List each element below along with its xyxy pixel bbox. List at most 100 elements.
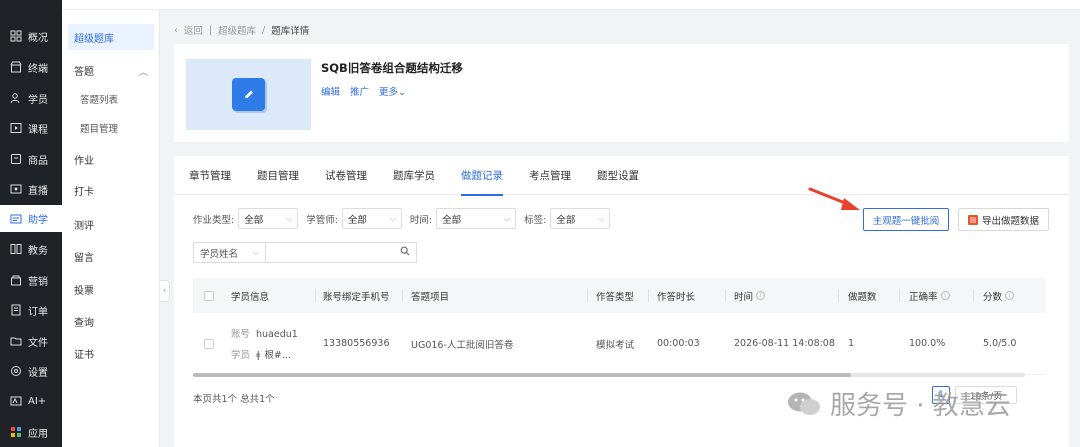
filter-label-time: 时间: [409, 214, 433, 226]
watermark: 服务号 · 教慧云 [786, 385, 1011, 422]
column-divider [402, 289, 403, 302]
rail-item-courses[interactable]: 课程 [0, 116, 62, 140]
settings-icon [10, 365, 22, 377]
rail-item-marketing[interactable]: 营销 [0, 268, 62, 292]
filter-bar: 作业类型: 全部 ⌵ 学管师: 全部 ⌵ 时间: 全部 ⌵ 标签: 全部 ⌵ [193, 208, 618, 229]
rail-item-settings[interactable]: 设置 [0, 359, 62, 383]
column-divider [838, 289, 839, 302]
users-icon [10, 92, 22, 104]
red-annotation-arrow-icon [808, 187, 860, 210]
question-bank-cover [186, 59, 311, 130]
submenu-answer-list[interactable]: 答题列表 [62, 86, 160, 112]
rail-item-study-active[interactable]: 助学 [0, 205, 62, 232]
rail-item-ai[interactable]: AI+ [0, 389, 62, 413]
avatar-icon: ǂ [256, 350, 261, 361]
batch-grade-button[interactable]: 主观题一键批阅 [863, 208, 949, 231]
rail-item-files[interactable]: 文件 [0, 329, 62, 353]
submenu-homework[interactable]: 作业 [62, 146, 160, 172]
breadcrumb-parent[interactable]: 超级题库 [218, 23, 256, 37]
tab-chapter[interactable]: 章节管理 [189, 156, 231, 195]
rail-item-terminal[interactable]: 终端 [0, 55, 62, 79]
info-icon[interactable]: i [756, 291, 766, 300]
back-chevron-icon[interactable]: ‹ [174, 25, 178, 36]
account-line: 账号 huaedu1 [231, 326, 298, 340]
header-accuracy: 正确率 i [909, 278, 950, 313]
watermark-text: 服务号 · 教慧云 [830, 391, 1011, 421]
study-icon [10, 213, 22, 225]
submenu-certificate[interactable]: 证书 [62, 340, 160, 366]
header-time-label: 时间 [734, 291, 754, 303]
rail-label: 终端 [28, 63, 48, 75]
search-field-select[interactable]: 学员姓名 ⌵ [193, 242, 265, 263]
submenu-assessment[interactable]: 测评 [62, 211, 160, 237]
chevron-down-icon: ⌵ [504, 213, 511, 223]
chevron-down-icon: ⌵ [286, 213, 293, 223]
tab-records[interactable]: 做题记录 [461, 156, 503, 196]
tab-question-types[interactable]: 题型设置 [597, 156, 639, 195]
scrollbar-thumb[interactable] [193, 373, 851, 377]
student-line: 学员 ǂ 根#... [231, 347, 291, 361]
edit-link[interactable]: 编辑 [321, 84, 340, 98]
submenu-answer-group[interactable]: 答题 ︿ [62, 57, 160, 83]
tab-exam-points[interactable]: 考点管理 [529, 156, 571, 195]
student-info-cell: 账号 huaedu1 学员 ǂ 根#... [231, 313, 298, 374]
filter-time-select[interactable]: 全部 ⌵ [436, 208, 517, 229]
submenu-question-management[interactable]: 题目管理 [62, 115, 160, 141]
rail-item-orders[interactable]: 订单 [0, 298, 62, 322]
submenu-voting[interactable]: 投票 [62, 276, 160, 302]
rail-item-academic[interactable]: 教务 [0, 237, 62, 261]
rail-item-goods[interactable]: 商品 [0, 147, 62, 171]
rail-item-students[interactable]: 学员 [0, 86, 62, 110]
rail-item-apps[interactable]: 应用 [0, 420, 62, 444]
tab-papers[interactable]: 试卷管理 [325, 156, 367, 195]
header-actions: 编辑 推广 更多⌄ [321, 84, 406, 98]
info-icon[interactable]: i [1005, 291, 1015, 300]
horizontal-scrollbar[interactable] [193, 373, 1025, 377]
filter-type-select[interactable]: 全部 ⌵ [238, 208, 299, 229]
select-all-checkbox[interactable] [204, 278, 214, 313]
filter-label-tutor: 学管师: [306, 214, 338, 226]
tab-questions[interactable]: 题目管理 [257, 156, 299, 195]
submenu-super-question-bank[interactable]: 超级题库 [68, 24, 154, 50]
count-cell: 1 [848, 338, 855, 349]
filter-label-tag: 标签: [524, 214, 547, 226]
student-value: 根#... [264, 350, 291, 361]
secondary-sidebar: 超级题库 答题 ︿ 答题列表 题目管理 作业 打卡 测评 留言 投票 查询 证书 [62, 10, 160, 447]
rail-label: 订单 [28, 306, 48, 318]
top-strip [62, 0, 1080, 10]
rail-label: 概况 [28, 32, 48, 44]
more-dropdown[interactable]: 更多⌄ [379, 84, 406, 98]
search-input[interactable] [265, 242, 417, 263]
rail-label: 助学 [28, 215, 48, 226]
rail-label: 商品 [28, 155, 48, 167]
row-checkbox[interactable] [204, 313, 214, 374]
rail-item-overview[interactable]: 概况 [0, 24, 62, 48]
chevron-down-icon: ⌵ [389, 213, 396, 223]
search-field-value: 学员姓名 [200, 248, 239, 260]
rail-label: 应用 [28, 428, 48, 440]
submenu-messages[interactable]: 留言 [62, 243, 160, 269]
filter-tag-select[interactable]: 全部 ⌵ [550, 208, 611, 229]
submenu-checkin[interactable]: 打卡 [62, 177, 160, 203]
more-label: 更多 [379, 87, 399, 98]
column-divider [648, 289, 649, 302]
export-label: 导出做题数据 [981, 215, 1039, 227]
info-icon[interactable]: i [940, 291, 950, 300]
header-duration: 作答时长 [657, 291, 696, 303]
rail-label: 文件 [28, 337, 48, 349]
header-answer-type: 作答类型 [596, 291, 635, 303]
submenu-label: 答题 [74, 66, 94, 78]
export-data-button[interactable]: ▤ 导出做题数据 [958, 208, 1049, 231]
tab-students[interactable]: 题库学员 [393, 156, 435, 195]
breadcrumb: ‹ 返回 | 超级题库 / 题库详情 [174, 20, 309, 40]
search-icon[interactable] [400, 246, 410, 259]
sidebar-collapse-handle[interactable]: ‹ [160, 280, 170, 302]
table-row[interactable]: 账号 huaedu1 学员 ǂ 根#... 13380556936 UG016-人工批… [193, 313, 1046, 375]
submenu-query[interactable]: 查询 [62, 308, 160, 334]
project-cell: UG016-人工批阅旧答卷 [411, 339, 514, 351]
breadcrumb-back[interactable]: 返回 [184, 23, 203, 37]
rail-item-live[interactable]: 直播 [0, 177, 62, 201]
tab-bar: 章节管理 题目管理 试卷管理 题库学员 做题记录 考点管理 题型设置 [174, 156, 1069, 196]
promote-link[interactable]: 推广 [350, 84, 369, 98]
filter-tutor-select[interactable]: 全部 ⌵ [341, 208, 402, 229]
